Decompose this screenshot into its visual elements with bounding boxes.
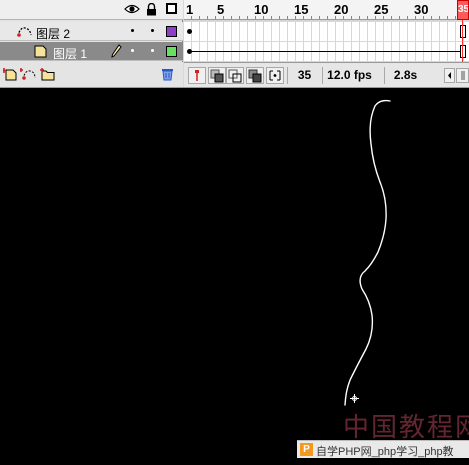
layer-panel-footer xyxy=(0,62,183,87)
end-frame[interactable] xyxy=(460,25,466,38)
ruler-tick: 25 xyxy=(374,2,389,17)
eye-icon[interactable] xyxy=(124,3,140,18)
layer-color-swatch[interactable] xyxy=(166,46,177,57)
onion-skin-outlines-icon[interactable] xyxy=(226,67,244,84)
current-frame: 35 xyxy=(287,67,321,84)
layer-row-guide[interactable]: 图层 2 xyxy=(0,22,183,41)
watermark-text: 中国教程网 xyxy=(343,413,469,443)
frame-track-guide[interactable] xyxy=(184,22,469,41)
playhead[interactable]: 35 xyxy=(457,0,469,20)
trash-icon[interactable] xyxy=(161,67,176,81)
layer-name[interactable]: 图层 2 xyxy=(36,25,70,42)
modify-onion-markers-icon[interactable] xyxy=(266,67,284,84)
ruler-tick: 20 xyxy=(334,2,349,17)
layer-panel: 图层 2 图层 1 xyxy=(0,0,183,87)
frame-rate[interactable]: 12.0 fps xyxy=(322,67,376,84)
layer-row-selected[interactable]: 图层 1 xyxy=(0,42,183,61)
layer-color-swatch[interactable] xyxy=(166,26,177,37)
timeline-panel: 图层 2 图层 1 1 5 10 15 20 25 30 35 35 12.0 … xyxy=(0,0,469,88)
layer-icon xyxy=(34,45,47,61)
add-motion-guide-icon[interactable] xyxy=(19,67,36,81)
ruler-tick: 15 xyxy=(294,2,309,17)
edit-multiple-frames-icon[interactable] xyxy=(246,67,264,84)
lock-icon[interactable] xyxy=(146,2,157,19)
keyframe[interactable] xyxy=(187,29,192,34)
frame-track-layer1[interactable] xyxy=(184,42,469,61)
visibility-dot[interactable] xyxy=(131,29,134,32)
frame-ruler[interactable]: 1 5 10 15 20 25 30 35 xyxy=(184,0,469,20)
insert-folder-icon[interactable] xyxy=(40,67,55,81)
layer-name[interactable]: 图层 1 xyxy=(53,45,87,62)
scroll-left-icon[interactable] xyxy=(444,68,455,83)
pencil-icon xyxy=(111,44,122,61)
ruler-tick: 1 xyxy=(186,2,194,17)
stage-canvas[interactable]: 中国教程网 P 自学PHP网_php学习_php教 xyxy=(0,89,469,465)
tween-arrow xyxy=(192,51,462,52)
credit-bar: P 自学PHP网_php学习_php教 xyxy=(297,440,469,458)
end-frame[interactable] xyxy=(460,45,466,58)
onion-skin-icon[interactable] xyxy=(208,67,226,84)
php-logo-icon: P xyxy=(300,443,313,456)
elapsed-time: 2.8s xyxy=(384,67,426,84)
ruler-tick: 10 xyxy=(254,2,269,17)
crosshair-cursor-icon xyxy=(350,392,359,406)
ruler-tick: 5 xyxy=(217,2,225,17)
outline-icon[interactable] xyxy=(166,3,177,14)
frames-area[interactable]: 1 5 10 15 20 25 30 35 35 12.0 fps 2.8s xyxy=(184,0,469,87)
motion-guide-icon xyxy=(16,25,33,41)
center-frame-icon[interactable] xyxy=(188,67,206,84)
visibility-dot[interactable] xyxy=(131,49,134,52)
insert-layer-icon[interactable] xyxy=(2,67,18,81)
credit-text: 自学PHP网_php学习_php教 xyxy=(316,446,454,458)
playhead-line xyxy=(462,20,463,62)
scroll-track[interactable] xyxy=(456,68,469,83)
layer-panel-header xyxy=(0,0,183,20)
timeline-status-bar: 35 12.0 fps 2.8s xyxy=(184,62,469,87)
lock-dot[interactable] xyxy=(151,49,154,52)
ruler-tick: 30 xyxy=(414,2,429,17)
lock-dot[interactable] xyxy=(151,29,154,32)
